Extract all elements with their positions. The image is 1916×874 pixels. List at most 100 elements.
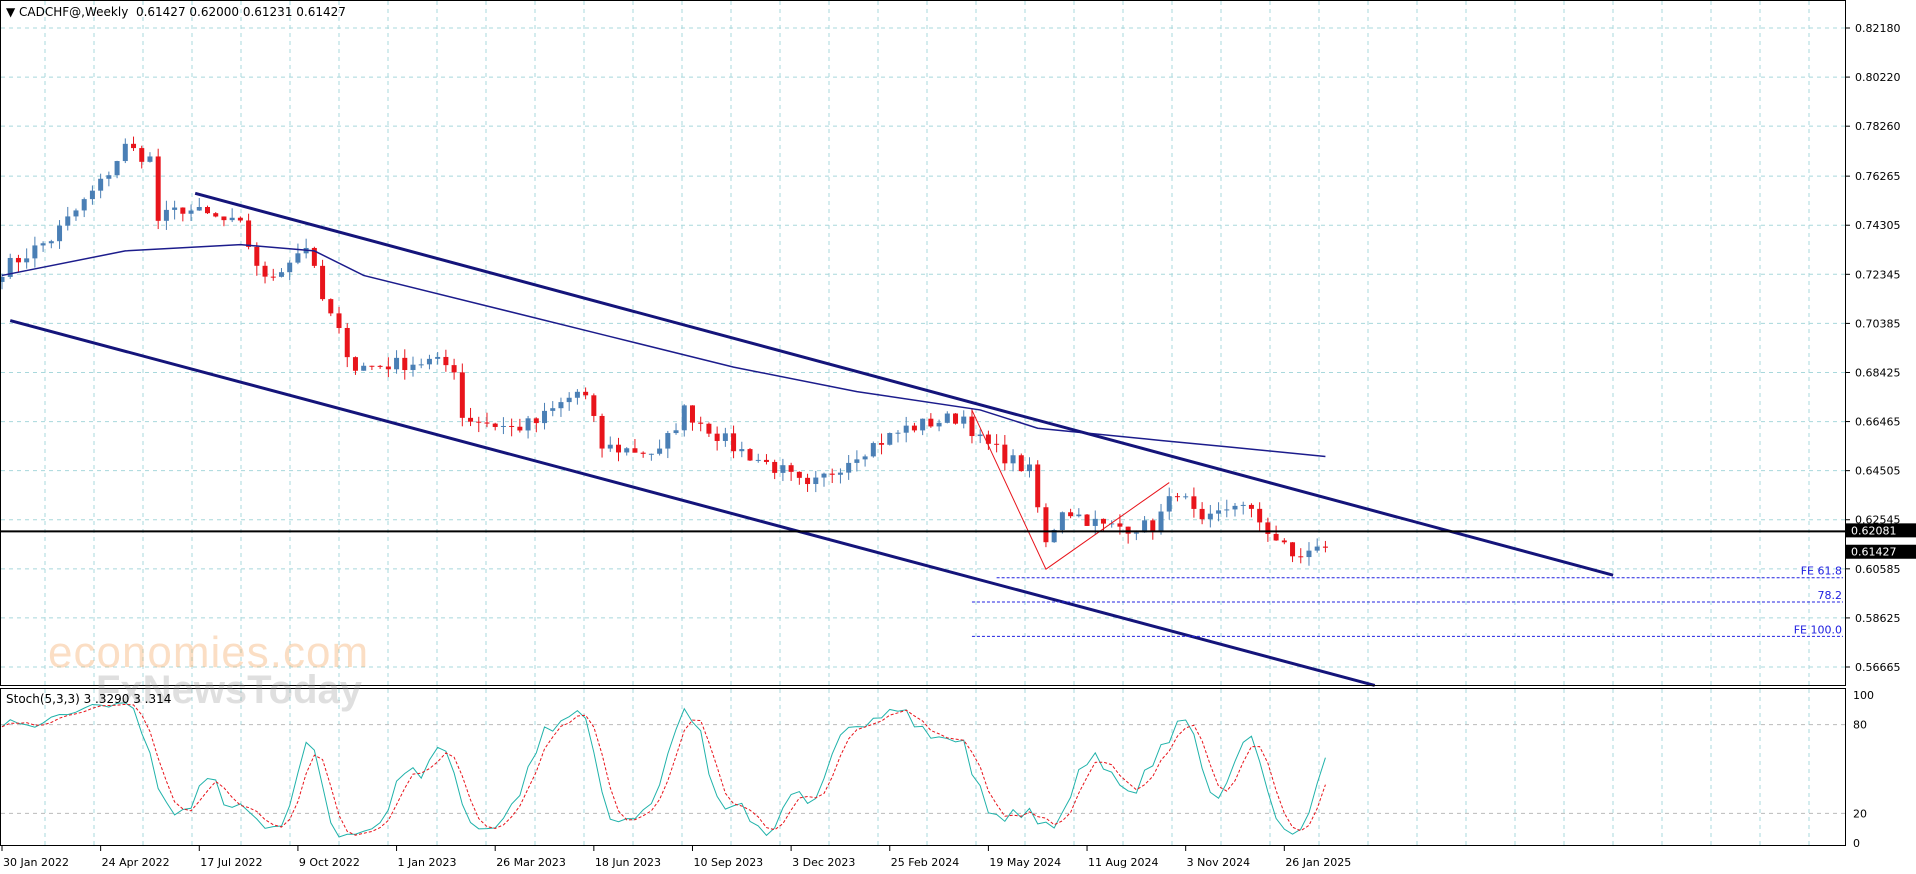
- stoch-header: Stoch(5,3,3) 3 .3290 3 .314: [6, 692, 171, 706]
- bull-candle: [163, 209, 169, 221]
- bull-candle: [813, 477, 819, 485]
- bull-candle: [361, 365, 367, 371]
- bull-candle: [903, 425, 909, 433]
- bull-candle: [172, 207, 178, 210]
- bull-candle: [887, 433, 893, 445]
- bull-candle: [821, 473, 827, 478]
- bull-candle: [24, 258, 30, 263]
- bear-candle: [829, 473, 835, 475]
- bull-candle: [550, 408, 556, 411]
- bull-candle: [57, 225, 63, 242]
- bull-candle: [106, 175, 112, 179]
- channel-upper-line: [194, 191, 1614, 577]
- dropdown-triangle-icon[interactable]: ▼: [6, 5, 19, 19]
- bear-candle: [451, 365, 457, 373]
- symbol-label: CADCHF@,Weekly: [19, 5, 129, 19]
- bull-candle: [624, 448, 630, 453]
- bear-candle: [336, 313, 342, 328]
- bear-candle: [402, 357, 408, 371]
- bear-candle: [994, 443, 1000, 445]
- bear-candle: [706, 423, 712, 434]
- bull-candle: [837, 472, 843, 475]
- bull-candle: [188, 210, 194, 214]
- bear-candle: [509, 425, 515, 427]
- bear-candle: [731, 433, 737, 452]
- bull-candle: [89, 190, 95, 200]
- price-marker-label: 0.61427: [1851, 546, 1897, 559]
- bear-candle: [1248, 504, 1254, 509]
- bear-candle: [698, 422, 704, 424]
- bear-candle: [443, 356, 449, 366]
- bear-candle: [1035, 464, 1041, 508]
- bear-candle: [616, 444, 621, 453]
- bull-candle: [147, 156, 153, 162]
- bear-candle: [262, 265, 268, 277]
- bull-candle: [755, 459, 761, 461]
- bear-candle: [328, 299, 334, 314]
- price-tick-label: 0.80220: [1855, 71, 1901, 84]
- bull-candle: [1092, 518, 1098, 526]
- fib-level-label: 78.2: [1818, 589, 1843, 602]
- bear-candle: [1068, 512, 1074, 517]
- bear-candle: [1084, 514, 1090, 526]
- price-tick-label: 0.82180: [1855, 22, 1901, 35]
- main-panel-frame: [0, 0, 1846, 686]
- bear-candle: [640, 452, 646, 454]
- bear-candle: [484, 422, 490, 424]
- price-tick-label: 0.72345: [1855, 268, 1901, 281]
- bull-candle: [542, 410, 548, 424]
- chart-header: ▼ CADCHF@,Weekly 0.61427 0.62000 0.61231…: [6, 5, 346, 19]
- bull-candle: [394, 357, 400, 370]
- chart-canvas[interactable]: FE 61.8 78.2 FE 100.0 0.82180 0.80220 0.7826…: [0, 0, 1916, 874]
- bear-candle: [237, 217, 243, 221]
- bull-candle: [1207, 513, 1213, 520]
- bull-candle: [739, 449, 745, 452]
- bull-candle: [295, 253, 301, 263]
- time-tick-label: 3 Nov 2024: [1187, 856, 1250, 869]
- bull-candle: [229, 217, 235, 221]
- time-tick-label: 3 Dec 2023: [792, 856, 855, 869]
- stoch-label: Stoch(5,3,3): [6, 692, 80, 706]
- bear-candle: [879, 443, 885, 445]
- price-tick-label: 0.64505: [1855, 465, 1901, 478]
- bear-candle: [352, 357, 358, 371]
- stoch-level-label: 20: [1853, 807, 1867, 820]
- bull-candle: [574, 391, 580, 398]
- bull-candle: [1306, 550, 1312, 558]
- bear-candle: [1290, 542, 1296, 557]
- time-tick-label: 19 May 2024: [989, 856, 1061, 869]
- zigzag-line: [971, 409, 1170, 570]
- bear-candle: [763, 459, 769, 462]
- bear-candle: [320, 265, 326, 300]
- price-marker-label: 0.62081: [1851, 524, 1897, 537]
- ohlc-values: 0.61427 0.62000 0.61231 0.61427: [135, 5, 346, 19]
- time-tick-label: 18 Jun 2023: [595, 856, 661, 869]
- price-tick-label: 0.66465: [1855, 416, 1901, 429]
- time-tick-label: 30 Jan 2022: [3, 856, 69, 869]
- bull-candle: [1224, 509, 1230, 511]
- bear-candle: [1191, 496, 1197, 509]
- bull-candle: [1240, 504, 1246, 506]
- axes: 0.82180 0.80220 0.78260 0.76265 0.74305 0.723…: [0, 0, 1916, 869]
- price-tick-label: 0.70385: [1855, 317, 1901, 330]
- time-tick-label: 24 Apr 2022: [102, 856, 170, 869]
- bull-candle: [114, 161, 120, 176]
- bull-candle: [32, 245, 38, 259]
- bull-candle: [673, 430, 679, 434]
- bear-candle: [689, 405, 695, 423]
- bull-candle: [780, 465, 786, 473]
- bear-candle: [468, 417, 474, 422]
- bear-candle: [1174, 496, 1180, 498]
- bear-candle: [1281, 540, 1287, 543]
- bull-candle: [1166, 496, 1172, 512]
- bear-candle: [533, 418, 539, 424]
- bear-candle: [246, 220, 252, 247]
- bear-candle: [591, 395, 597, 416]
- bear-candle: [213, 213, 219, 217]
- bull-candle: [1158, 511, 1164, 533]
- bear-candle: [583, 391, 589, 396]
- bear-candle: [131, 143, 137, 149]
- bull-candle: [558, 402, 564, 409]
- fib-level-label: FE 100.0: [1794, 623, 1842, 636]
- bull-candle: [1076, 514, 1082, 517]
